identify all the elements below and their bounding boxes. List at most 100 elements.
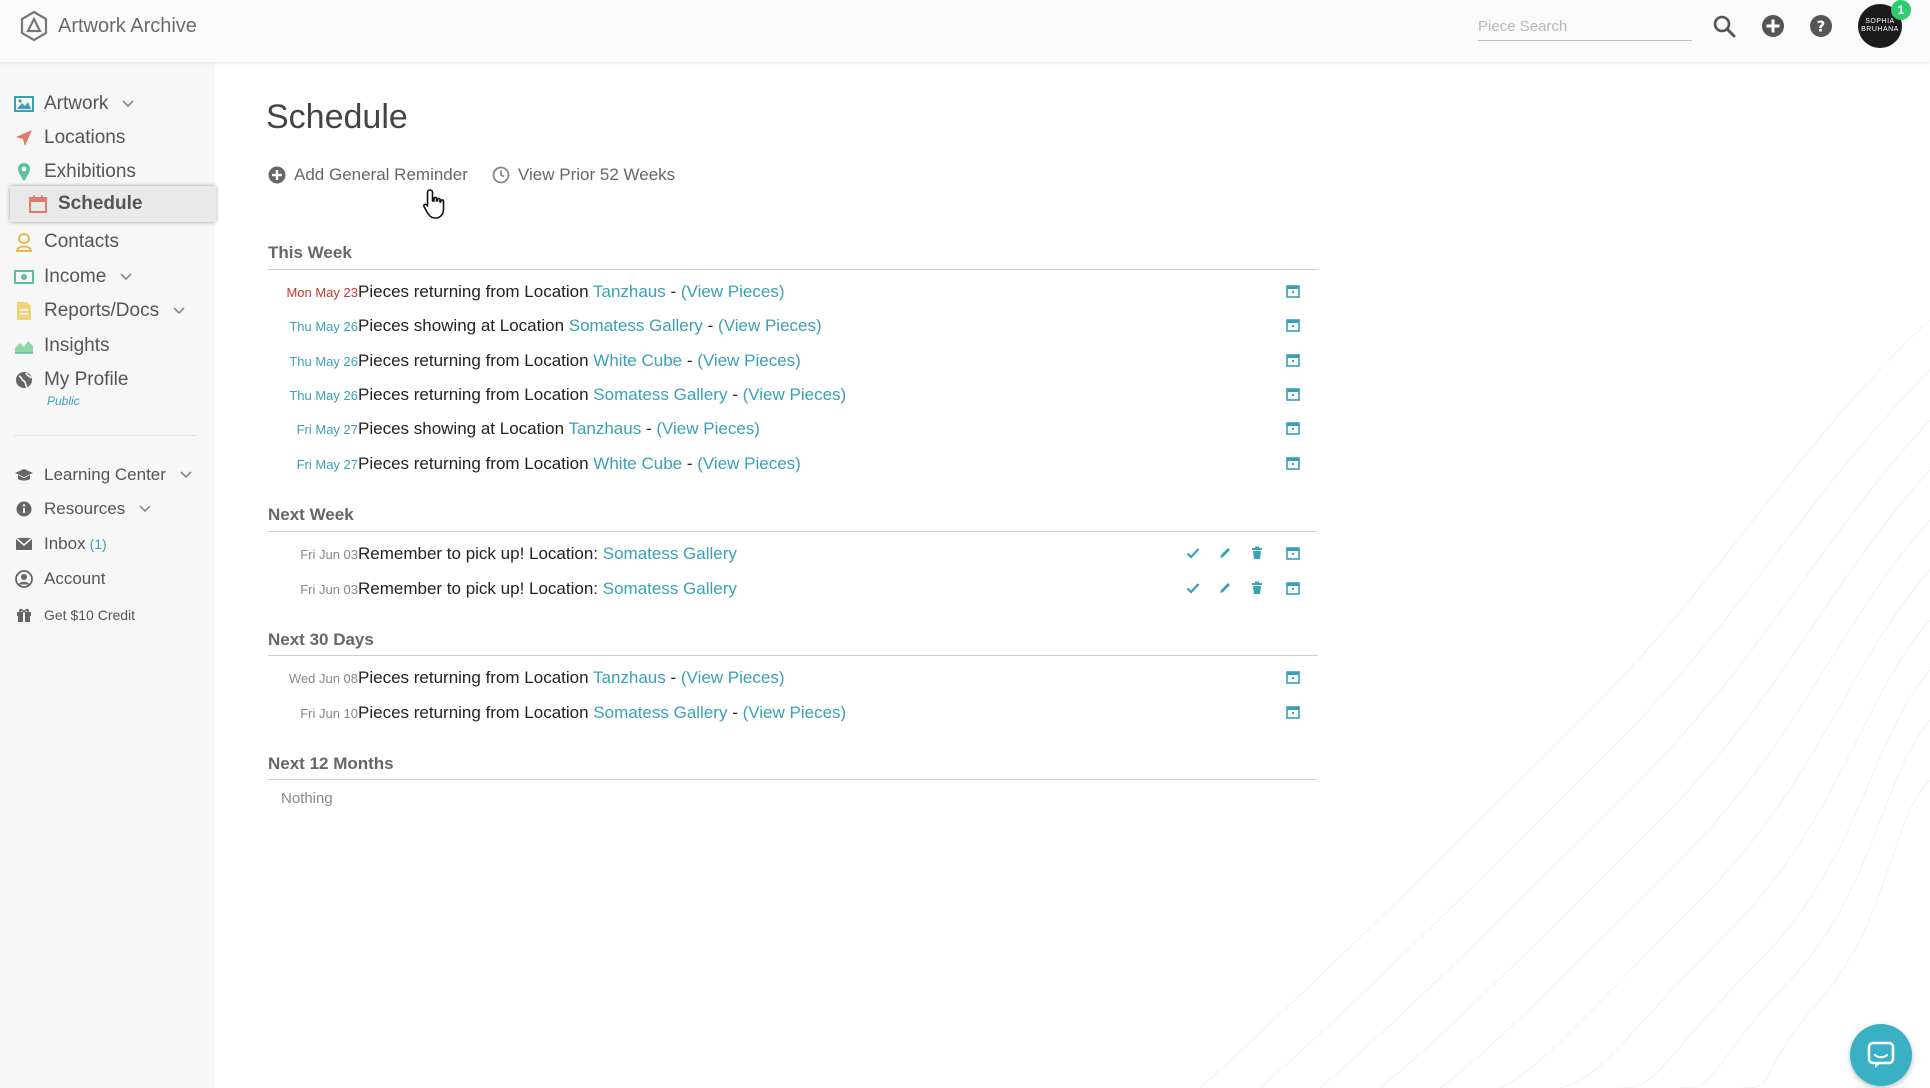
calendar-icon	[1286, 547, 1300, 560]
sidebar-item-my-profile[interactable]: My Profile	[14, 365, 128, 395]
sidebar-item-resources[interactable]: Resources	[14, 494, 151, 524]
chevron-down-icon	[139, 505, 151, 513]
event-text: Pieces returning from Location Tanzhaus …	[358, 668, 785, 687]
sidebar-item-reports-docs[interactable]: Reports/Docs	[14, 296, 185, 326]
sidebar-item-label: Resources	[44, 499, 126, 518]
brand-logo-link[interactable]: Artwork Archive	[20, 10, 197, 42]
chat-support-button[interactable]	[1850, 1024, 1912, 1086]
view-pieces-link[interactable]: (View Pieces)	[743, 385, 847, 404]
calendar-icon	[1286, 285, 1300, 298]
chevron-down-icon	[122, 100, 134, 108]
location-link[interactable]: Tanzhaus	[593, 668, 666, 687]
pencil-icon	[1220, 583, 1230, 593]
add-to-calendar-button[interactable]	[1286, 421, 1300, 440]
add-to-calendar-button[interactable]	[1286, 318, 1300, 337]
plus-circle-icon	[1762, 15, 1784, 37]
delete-reminder-button[interactable]	[1250, 546, 1264, 565]
avatar-text: SOPHIA BRUHANA	[1861, 18, 1899, 33]
event-text: Pieces returning from Location Tanzhaus …	[358, 282, 785, 301]
event-date: Mon May 23	[286, 285, 358, 300]
sidebar-item-locations[interactable]: Locations	[14, 123, 125, 153]
add-to-calendar-button[interactable]	[1286, 284, 1300, 303]
chat-icon	[1867, 1041, 1895, 1068]
sidebar-item-inbox[interactable]: Inbox (1)	[14, 529, 107, 559]
sidebar-item-insights[interactable]: Insights	[14, 331, 109, 361]
sidebar-item-artwork[interactable]: Artwork	[14, 89, 134, 119]
location-link[interactable]: Somatess Gallery	[603, 579, 737, 598]
delete-reminder-button[interactable]	[1250, 581, 1264, 600]
view-pieces-link[interactable]: (View Pieces)	[743, 703, 847, 722]
schedule-row: Wed Jun 08 Pieces returning from Locatio…	[268, 663, 1318, 695]
view-pieces-link[interactable]: (View Pieces)	[681, 282, 785, 301]
location-link[interactable]: Tanzhaus	[568, 419, 641, 438]
edit-reminder-button[interactable]	[1218, 546, 1232, 565]
add-to-calendar-button[interactable]	[1286, 353, 1300, 372]
event-date: Fri Jun 03	[300, 547, 358, 562]
calendar-icon	[1286, 582, 1300, 595]
top-bar: Artwork Archive ? SOPHIA BRUHANA 1	[0, 0, 1930, 62]
location-link[interactable]: Tanzhaus	[593, 282, 666, 301]
location-link[interactable]: White Cube	[593, 454, 682, 473]
search-button[interactable]	[1710, 12, 1738, 40]
sidebar-item-label: Inbox	[44, 534, 86, 553]
sidebar-item-get-credit[interactable]: Get $10 Credit	[14, 600, 135, 630]
add-to-calendar-button[interactable]	[1286, 705, 1300, 724]
view-pieces-link[interactable]: (View Pieces)	[697, 454, 801, 473]
notification-badge[interactable]: 1	[1891, 0, 1911, 20]
location-link[interactable]: Somatess Gallery	[593, 703, 727, 722]
event-date: Thu May 26	[289, 388, 358, 403]
check-icon	[1186, 583, 1200, 594]
section-divider	[268, 531, 1318, 532]
location-link[interactable]: Somatess Gallery	[593, 385, 727, 404]
page-title: Schedule	[266, 98, 408, 136]
sidebar-item-label: Locations	[44, 127, 126, 148]
chevron-down-icon	[180, 471, 192, 479]
view-prior-weeks-button[interactable]: View Prior 52 Weeks	[492, 165, 675, 185]
sidebar-item-exhibitions[interactable]: Exhibitions	[14, 157, 136, 187]
schedule-row: Thu May 26 Pieces returning from Locatio…	[268, 380, 1318, 412]
sidebar-item-schedule[interactable]: Schedule	[10, 186, 216, 222]
hand-cursor-icon	[423, 189, 445, 219]
view-pieces-link[interactable]: (View Pieces)	[656, 419, 760, 438]
event-text: Pieces returning from Location Somatess …	[358, 703, 847, 722]
plus-circle-icon	[268, 166, 286, 184]
add-to-calendar-button[interactable]	[1286, 581, 1300, 600]
globe-icon	[14, 370, 34, 390]
event-date: Wed Jun 08	[288, 671, 358, 686]
complete-reminder-button[interactable]	[1186, 546, 1200, 565]
piece-search-input[interactable]	[1478, 14, 1692, 38]
location-link[interactable]: White Cube	[593, 351, 682, 370]
envelope-icon	[14, 534, 34, 554]
view-pieces-link[interactable]: (View Pieces)	[718, 316, 822, 335]
add-to-calendar-button[interactable]	[1286, 456, 1300, 475]
location-link[interactable]: Somatess Gallery	[569, 316, 703, 335]
add-general-reminder-button[interactable]: Add General Reminder	[268, 165, 468, 185]
location-link[interactable]: Somatess Gallery	[603, 544, 737, 563]
schedule-row: Fri May 27 Pieces showing at Location Ta…	[268, 414, 1318, 446]
event-text: Remember to pick up! Location: Somatess …	[358, 544, 737, 563]
trash-icon	[1252, 546, 1262, 559]
sidebar-item-contacts[interactable]: Contacts	[14, 227, 119, 257]
edit-reminder-button[interactable]	[1218, 581, 1232, 600]
sidebar-item-account[interactable]: Account	[14, 564, 105, 594]
complete-reminder-button[interactable]	[1186, 581, 1200, 600]
view-pieces-link[interactable]: (View Pieces)	[697, 351, 801, 370]
location-arrow-icon	[14, 128, 34, 148]
sidebar-item-learning-center[interactable]: Learning Center	[14, 460, 192, 490]
add-to-calendar-button[interactable]	[1286, 387, 1300, 406]
add-to-calendar-button[interactable]	[1286, 546, 1300, 565]
section-title-this-week: This Week	[268, 243, 352, 262]
add-button[interactable]	[1759, 12, 1787, 40]
sidebar-item-label: Artwork	[44, 93, 109, 114]
section-divider	[268, 779, 1318, 780]
pencil-icon	[1220, 548, 1230, 558]
sidebar-item-income[interactable]: Income	[14, 262, 132, 292]
schedule-row: Fri Jun 10 Pieces returning from Locatio…	[268, 698, 1318, 730]
event-text: Pieces showing at Location Somatess Gall…	[358, 316, 822, 335]
event-date: Fri May 27	[296, 422, 358, 437]
help-button[interactable]: ?	[1807, 12, 1835, 40]
artwork-archive-logo-icon	[20, 10, 48, 42]
brand-name: Artwork Archive	[58, 14, 197, 37]
add-to-calendar-button[interactable]	[1286, 670, 1300, 689]
view-pieces-link[interactable]: (View Pieces)	[681, 668, 785, 687]
